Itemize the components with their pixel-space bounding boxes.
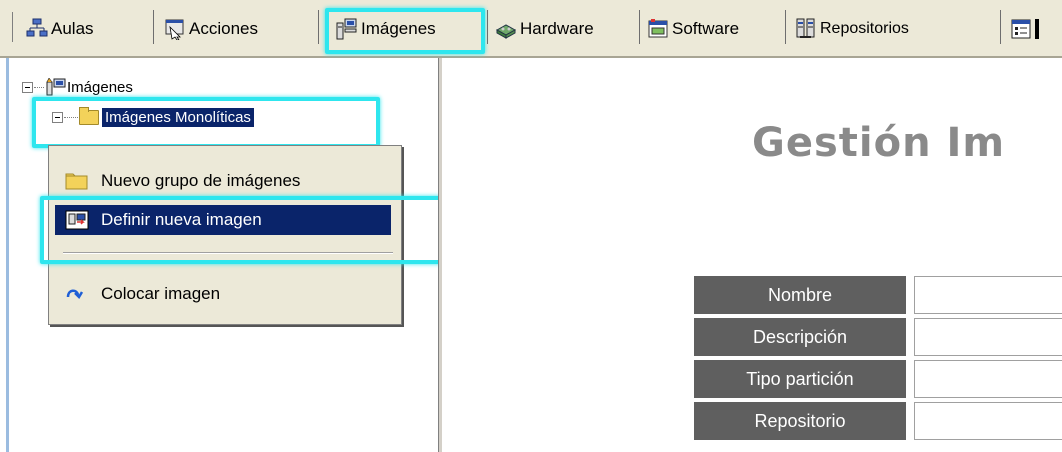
- classrooms-icon: [26, 18, 48, 40]
- folder-icon: [65, 171, 89, 191]
- toolbar-separator: [487, 10, 488, 44]
- toolbar-separator: [785, 10, 786, 44]
- toolbar-separator: [639, 10, 640, 44]
- nombre-field[interactable]: [914, 276, 1062, 314]
- menu-item-new-group[interactable]: Nuevo grupo de imágenes: [55, 166, 391, 196]
- collapse-icon[interactable]: [22, 81, 33, 93]
- hardware-icon: [495, 18, 517, 40]
- toolbar-next-button[interactable]: [1010, 12, 1039, 46]
- repositories-icon: [795, 18, 817, 40]
- repositorio-field[interactable]: [914, 402, 1062, 440]
- menu-selection-highlight: [40, 196, 468, 264]
- toolbar-hardware-label: Hardware: [520, 19, 594, 38]
- main-content: Gestión Im Nombre Descripción Tipo parti…: [442, 58, 1062, 452]
- toolbar-grip: [12, 12, 13, 42]
- menu-item-new-group-label: Nuevo grupo de imágenes: [101, 171, 301, 190]
- form-label-repositorio: Repositorio: [694, 402, 906, 440]
- menus-icon: [1010, 18, 1032, 40]
- place-image-icon: [65, 284, 89, 304]
- main-toolbar: Aulas Acciones Imágenes Hardware Softwar…: [0, 0, 1062, 58]
- software-icon: [647, 18, 669, 40]
- toolbar-separator: [318, 10, 319, 44]
- actions-icon: [164, 18, 186, 41]
- form-label-nombre: Nombre: [694, 276, 906, 314]
- toolbar-aulas-button[interactable]: Aulas: [26, 12, 94, 46]
- tree-selection-highlight: [32, 97, 380, 148]
- toolbar-next-label-fragment: [1035, 19, 1039, 39]
- toolbar-separator: [1000, 10, 1001, 44]
- panel-edge: [6, 58, 9, 452]
- toolbar-acciones-label: Acciones: [189, 19, 258, 38]
- form-label-descripcion: Descripción: [694, 318, 906, 356]
- toolbar-hardware-button[interactable]: Hardware: [495, 12, 594, 46]
- tree-root-label: Imágenes: [67, 78, 133, 96]
- toolbar-aulas-label: Aulas: [51, 19, 94, 38]
- menu-item-place-image-label: Colocar imagen: [101, 284, 221, 303]
- form-label-tipo-particion: Tipo partición: [694, 360, 906, 398]
- tipo-particion-field[interactable]: [914, 360, 1062, 398]
- toolbar-software-label: Software: [672, 19, 740, 38]
- page-title: Gestión Im: [752, 120, 1006, 166]
- toolbar-imagenes-highlight: [325, 8, 485, 54]
- image-library-icon: [45, 77, 67, 96]
- toolbar-software-button[interactable]: Software: [647, 12, 739, 46]
- descripcion-field[interactable]: [914, 318, 1062, 356]
- tree-connector: [34, 86, 44, 88]
- toolbar-separator: [153, 10, 154, 44]
- tree-root-item[interactable]: Imágenes: [22, 77, 133, 96]
- toolbar-repositorios-button[interactable]: Repositorios: [795, 12, 909, 46]
- toolbar-repositorios-label: Repositorios: [820, 20, 909, 37]
- toolbar-acciones-button[interactable]: Acciones: [164, 12, 258, 46]
- menu-item-place-image[interactable]: Colocar imagen: [55, 279, 391, 309]
